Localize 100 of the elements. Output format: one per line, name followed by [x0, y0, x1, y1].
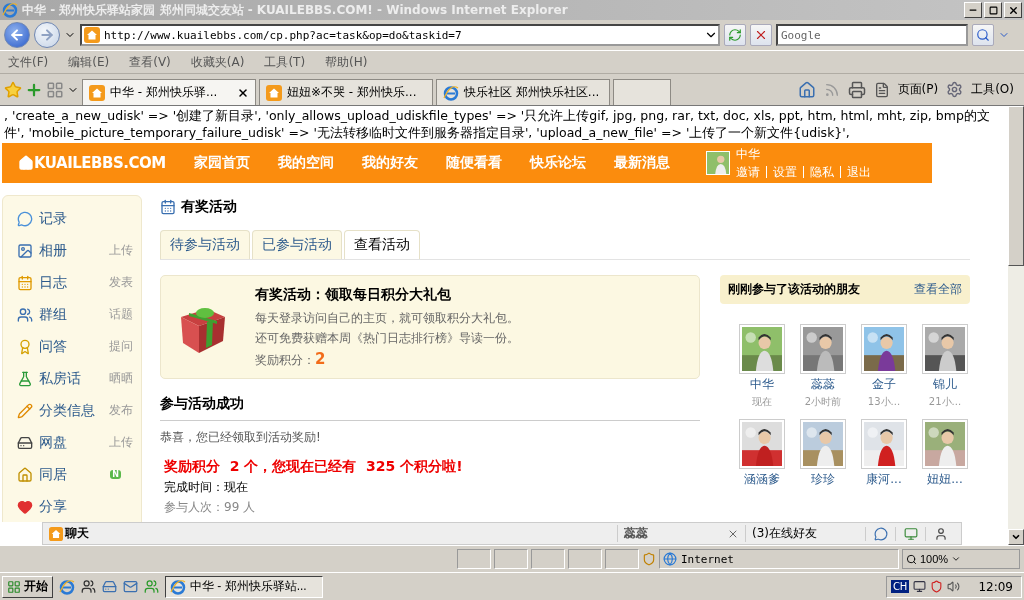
friend-name[interactable]: 锦儿 [933, 376, 957, 393]
user-avatar[interactable] [706, 151, 730, 175]
tools-menu[interactable]: 工具(O) [971, 81, 1014, 98]
page-tab[interactable]: 待参与活动 [160, 230, 250, 259]
antivirus-icon[interactable] [930, 580, 944, 593]
browser-icon [170, 578, 186, 595]
close-tab-icon[interactable] [237, 86, 249, 99]
participants-count: 99 人 [224, 499, 256, 516]
people-icon[interactable] [144, 579, 159, 594]
mail-icon[interactable] [123, 579, 138, 594]
refresh-button[interactable] [724, 24, 746, 46]
stop-button[interactable] [750, 24, 772, 46]
windows-logo-icon [7, 579, 21, 594]
caret-icon [951, 554, 962, 564]
sidebar-link[interactable]: 同居 [39, 465, 105, 484]
sidebar-link[interactable]: 分类信息 [39, 401, 103, 420]
error-text: , 'create_a_new_udisk' => '创建了新目录', 'only_allows_upload_udiskfile_types' => '只允许上传gif, jpg, png, rar, txt, doc, xls, ppt, htm, html, mht, zip, bmp的文件', 'mobile_picture_temporary_failure_udisk' => '无法转移临时文件到服务器指定目录', 'upload_a_new_file' => '上传了一个新文件{udisk}', [4, 107, 991, 141]
sidebar-link[interactable]: 相册 [39, 241, 103, 260]
browser-icon [2, 2, 18, 18]
sidebar-link[interactable]: 私房话 [39, 369, 103, 388]
browser-tab[interactable]: 妞妞※不哭 - 郑州快乐... [259, 79, 433, 105]
forward-arrow-icon [39, 27, 55, 43]
search-icon [976, 28, 990, 42]
online-friends[interactable]: (3)在线好友 [745, 525, 865, 542]
scroll-down-button[interactable] [1008, 529, 1024, 545]
search-field[interactable]: Google [776, 24, 968, 46]
site-icon [49, 526, 63, 541]
status-pane [494, 549, 528, 569]
user-icon[interactable] [933, 526, 948, 541]
scrollbar[interactable] [1008, 106, 1024, 545]
start-button[interactable]: 开始 [2, 575, 53, 598]
browser-tab[interactable]: 中华 - 郑州快乐驿... [82, 79, 256, 105]
menu-item[interactable]: 查看(V) [129, 53, 171, 71]
friend-name[interactable]: 蕊蕊 [811, 376, 835, 393]
completion-time: 完成时间：现在 [164, 479, 249, 496]
menu-item[interactable]: 工具(T) [264, 53, 306, 71]
menu-item[interactable]: 编辑(E) [68, 53, 110, 71]
back-button[interactable] [4, 22, 30, 48]
participants-label: 参与人次： [164, 499, 224, 516]
chat-contact[interactable]: 蕊蕊 [617, 525, 727, 542]
page-icon[interactable] [873, 81, 890, 98]
friend-name[interactable]: 涵涵爹 [744, 471, 780, 488]
browser-tab[interactable]: 快乐社区 郑州快乐社区... [436, 79, 610, 105]
site-icon [89, 84, 105, 101]
close-button[interactable] [1004, 2, 1022, 18]
logo-house-icon[interactable] [18, 155, 34, 171]
flask-icon [17, 370, 33, 387]
photo-icon [17, 242, 33, 259]
task-description: 还可免费获赠本周《热门日志排行榜》导读一份。 [255, 329, 519, 347]
sidebar-link[interactable]: 网盘 [39, 433, 103, 452]
status-pane [605, 549, 639, 569]
volume-icon[interactable] [947, 580, 961, 593]
minimize-button[interactable] [964, 2, 982, 18]
page-tab[interactable]: 查看活动 [344, 230, 420, 259]
quick-tabs-icon[interactable] [46, 80, 64, 99]
friend-name[interactable]: 妞妞... [927, 471, 963, 488]
sidebar-link[interactable]: 分享 [39, 497, 141, 516]
page-menu[interactable]: 页面(P) [897, 81, 939, 98]
sidebar-link[interactable]: 群组 [39, 305, 103, 324]
drive-icon[interactable] [102, 579, 117, 594]
chat-title[interactable]: 聊天 [43, 525, 617, 542]
menu-item[interactable]: 收藏夹(A) [190, 53, 245, 71]
friends-title: 刚刚参与了该活动的朋友 [728, 281, 860, 298]
restore-button[interactable] [984, 2, 1002, 18]
result-heading: 参与活动成功 [160, 395, 700, 421]
menu-item[interactable]: 帮助(H) [325, 53, 368, 71]
scroll-thumb[interactable] [1008, 106, 1024, 266]
calendar-icon [160, 199, 176, 215]
friend-name[interactable]: 珍珍 [811, 471, 835, 488]
friend-name[interactable]: 康河... [866, 471, 902, 488]
zoom-button[interactable]: 100% [902, 549, 1020, 569]
messenger-icon[interactable] [81, 579, 96, 594]
new-tab-button[interactable] [613, 79, 671, 105]
home-icon[interactable] [797, 80, 816, 99]
sidebar-link[interactable]: 日志 [39, 273, 103, 292]
network-icon[interactable] [913, 580, 927, 593]
settings-icon[interactable] [946, 81, 964, 98]
friend-time: 2小时前 [804, 395, 842, 409]
result-message: 恭喜，您已经领取到活动奖励! [160, 429, 322, 446]
menu-item[interactable]: 文件(F) [8, 53, 49, 71]
message-icon[interactable] [873, 526, 888, 541]
print-icon[interactable] [847, 80, 866, 99]
search-button[interactable] [972, 24, 994, 46]
browser-icon [443, 84, 459, 101]
taskbar-window-button[interactable]: 中华 - 郑州快乐驿站... [165, 575, 323, 598]
heart-icon [17, 498, 33, 515]
input-method-indicator[interactable]: CH [890, 580, 910, 593]
monitor-icon[interactable] [903, 526, 918, 541]
friend-name[interactable]: 中华 [750, 376, 774, 393]
status-pane [568, 549, 602, 569]
sidebar-link[interactable]: 问答 [39, 337, 103, 356]
view-all-link[interactable]: 查看全部 [914, 281, 962, 298]
address-field[interactable]: http://www.kuailebbs.com/cp.php?ac=task&op=do&taskid=7 [80, 24, 720, 46]
page-tab[interactable]: 已参与活动 [252, 230, 342, 259]
forward-button[interactable] [34, 22, 60, 48]
status-pane [531, 549, 565, 569]
friend-name[interactable]: 金子 [872, 376, 896, 393]
restore-icon [988, 5, 998, 15]
sidebar-link[interactable]: 记录 [39, 209, 141, 228]
task-title: 有奖活动：领取每日积分大礼包 [255, 285, 452, 304]
